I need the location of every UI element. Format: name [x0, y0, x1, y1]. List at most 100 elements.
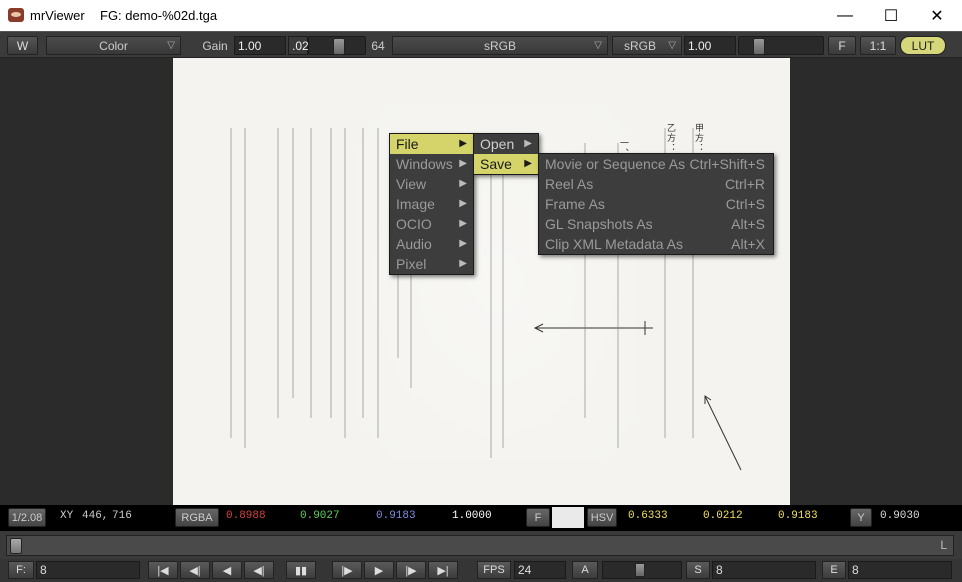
chevron-down-icon: ▽: [668, 40, 676, 51]
pixel-status-bar: 1/2.08 XY 446, 716 RGBA 0.8988 0.9027 0.…: [0, 505, 962, 531]
playback-controls: F: 8 |◀ ◀| ◀ ◀| ▮▮ |▶ ▶ |▶ ▶| FPS 24 A S…: [0, 559, 962, 582]
end-label: E: [822, 561, 846, 579]
wipe-button[interactable]: W: [7, 36, 38, 55]
gain-label: Gain: [200, 36, 230, 55]
document-title: FG: demo-%02d.tga: [100, 8, 217, 23]
app-icon: [8, 8, 24, 22]
document-image: 甲方： 乙方： 一、: [173, 58, 790, 505]
f-button[interactable]: F: [828, 36, 856, 55]
step-forward-icon: |▶: [405, 564, 416, 577]
start-frame-input[interactable]: 8: [712, 561, 816, 579]
first-frame-button[interactable]: |◀: [148, 561, 178, 579]
display-dropdown[interactable]: sRGB ▽: [392, 36, 608, 55]
fps-input[interactable]: 24: [514, 561, 566, 579]
menu-item-save-frame[interactable]: Frame AsCtrl+S: [539, 194, 773, 214]
stop-button[interactable]: ▮▮: [286, 561, 316, 579]
chevron-right-icon: ▶: [459, 254, 467, 274]
file-submenu: Open▶ Save▶: [473, 133, 539, 175]
rgba-mode-button[interactable]: RGBA: [175, 508, 219, 527]
menu-item-ocio[interactable]: OCIO▶: [390, 214, 473, 234]
chevron-down-icon: ▽: [167, 40, 175, 51]
close-button[interactable]: ✕: [914, 0, 960, 31]
chevron-right-icon: ▶: [459, 174, 467, 194]
menu-item-save-clip-xml[interactable]: Clip XML Metadata AsAlt+X: [539, 234, 773, 254]
document-marks: [173, 58, 790, 505]
play-button[interactable]: |▶: [332, 561, 362, 579]
skip-start-icon: |◀: [157, 564, 168, 577]
gain-input[interactable]: 1.00: [234, 36, 286, 55]
menu-item-save-reel[interactable]: Reel AsCtrl+R: [539, 174, 773, 194]
saturation-value: 0.0212: [703, 510, 743, 522]
prev-button[interactable]: ◀: [212, 561, 242, 579]
menu-item-open[interactable]: Open▶: [474, 134, 538, 154]
save-submenu: Movie or Sequence AsCtrl+Shift+S Reel As…: [538, 153, 774, 255]
context-menu: File▶ Windows▶ View▶ Image▶ OCIO▶ Audio▶…: [389, 133, 474, 275]
skip-end-icon: ▶|: [437, 564, 448, 577]
prev-icon: ◀: [223, 564, 231, 577]
alpha-value: 1.0000: [452, 510, 492, 522]
menu-item-image[interactable]: Image▶: [390, 194, 473, 214]
pause-icon: ▮▮: [295, 564, 307, 577]
hsv-mode-button[interactable]: HSV: [587, 508, 617, 527]
timeline-slider[interactable]: L: [6, 535, 954, 556]
timeline-handle[interactable]: [10, 538, 22, 554]
display-dropdown-value: sRGB: [484, 39, 516, 53]
next-button[interactable]: ▶: [364, 561, 394, 579]
menu-item-audio[interactable]: Audio▶: [390, 234, 473, 254]
step-forward-button[interactable]: |▶: [396, 561, 426, 579]
title-bar: mrViewer FG: demo-%02d.tga — ☐ ✕: [0, 0, 962, 31]
menu-item-save-gl-snapshots[interactable]: GL Snapshots AsAlt+S: [539, 214, 773, 234]
view-dropdown[interactable]: sRGB ▽: [612, 36, 682, 55]
color-swatch: [552, 507, 584, 528]
toolbar: W Color ▽ Gain 1.00 .02 64 sRGB ▽ sRGB ▽…: [0, 31, 962, 58]
step-back-button[interactable]: ◀|: [180, 561, 210, 579]
volume-slider[interactable]: [602, 561, 682, 579]
slider-handle[interactable]: [635, 563, 645, 577]
xy-label: XY: [60, 510, 73, 522]
chevron-right-icon: ▶: [459, 154, 467, 174]
exposure-max-label: 64: [368, 36, 388, 55]
luma-mode-button[interactable]: Y: [850, 508, 872, 527]
end-frame-input[interactable]: 8: [848, 561, 952, 579]
start-label: S: [686, 561, 710, 579]
blue-value: 0.9183: [376, 510, 416, 522]
channel-dropdown[interactable]: Color ▽: [46, 36, 181, 55]
menu-item-file[interactable]: File▶: [390, 134, 473, 154]
audio-button[interactable]: A: [572, 561, 598, 579]
slider-handle[interactable]: [333, 38, 345, 55]
image-viewer[interactable]: 甲方： 乙方： 一、: [0, 58, 962, 505]
green-value: 0.9027: [300, 510, 340, 522]
menu-item-windows[interactable]: Windows▶: [390, 154, 473, 174]
zoom-1to1-button[interactable]: 1:1: [860, 36, 896, 55]
last-frame-button[interactable]: ▶|: [428, 561, 458, 579]
play-forward-icon: |▶: [341, 564, 352, 577]
play-back-button[interactable]: ◀|: [244, 561, 274, 579]
f-stop-button[interactable]: F: [526, 508, 550, 527]
zoom-button[interactable]: 1/2.08: [8, 508, 46, 527]
gamma-slider[interactable]: [738, 36, 824, 55]
chevron-right-icon: ▶: [459, 194, 467, 214]
exposure-slider[interactable]: [308, 36, 366, 55]
gamma-input[interactable]: 1.00: [684, 36, 736, 55]
chevron-right-icon: ▶: [459, 134, 467, 154]
exposure-input[interactable]: .02: [288, 36, 308, 55]
menu-item-save-movie[interactable]: Movie or Sequence AsCtrl+Shift+S: [539, 154, 773, 174]
chevron-right-icon: ▶: [459, 214, 467, 234]
timeline: L: [0, 531, 962, 559]
slider-handle[interactable]: [753, 38, 765, 55]
maximize-button[interactable]: ☐: [868, 0, 914, 31]
lut-button[interactable]: LUT: [900, 36, 946, 55]
step-back-icon: ◀|: [189, 564, 200, 577]
minimize-button[interactable]: —: [822, 0, 868, 31]
chevron-right-icon: ▶: [524, 154, 532, 174]
menu-item-pixel[interactable]: Pixel▶: [390, 254, 473, 274]
menu-item-save[interactable]: Save▶: [474, 154, 538, 174]
menu-item-view[interactable]: View▶: [390, 174, 473, 194]
red-value: 0.8988: [226, 510, 266, 522]
x-coordinate: 446,: [82, 510, 108, 522]
timeline-end-marker: L: [940, 538, 947, 552]
luma-value: 0.9030: [880, 510, 920, 522]
chevron-down-icon: ▽: [594, 40, 602, 51]
frame-input[interactable]: 8: [36, 561, 140, 579]
hue-value: 0.6333: [628, 510, 668, 522]
